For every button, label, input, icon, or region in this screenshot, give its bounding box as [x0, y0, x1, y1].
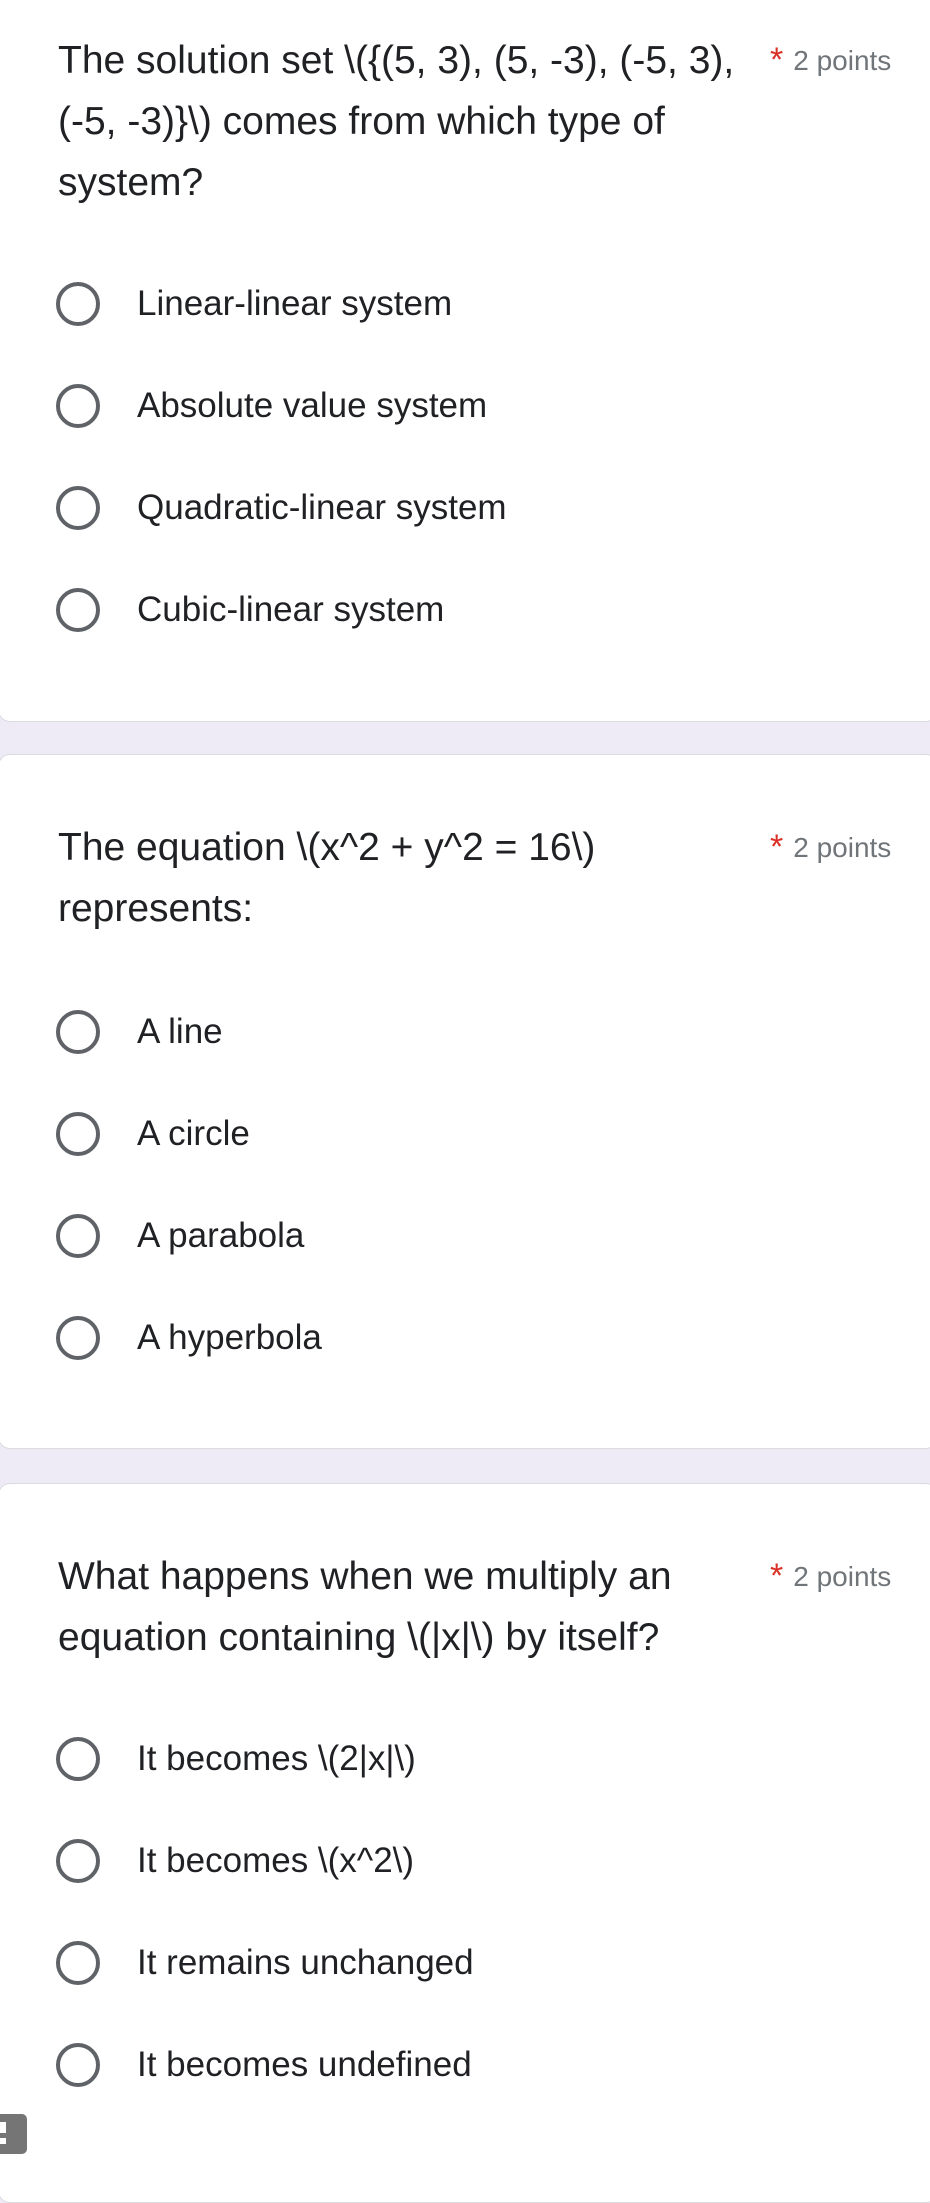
radio-option[interactable]: Cubic-linear system [56, 580, 444, 640]
question-meta: * 2 points [770, 1546, 891, 1612]
radio-option[interactable]: Quadratic-linear system [56, 478, 507, 538]
question-title-line: represents: [58, 887, 254, 930]
question-card-2: The equation \(x^2 + y^2 = 16\) represen… [0, 754, 930, 1449]
option-label: Linear-linear system [137, 284, 453, 323]
question-title: The equation \(x^2 + y^2 = 16\) represen… [58, 817, 738, 939]
radio-button[interactable] [56, 1839, 100, 1883]
question-title-line: (-5, -3)}\) comes from which type of [58, 100, 665, 143]
question-title: What happens when we multiply an equatio… [58, 1546, 738, 1668]
radio-button[interactable] [56, 1316, 100, 1360]
question-title-line: equation containing \(|x|\) by itself? [58, 1616, 660, 1659]
radio-option[interactable]: A hyperbola [56, 1308, 322, 1368]
question-title: The solution set \({(5, 3), (5, -3), (-5… [58, 30, 738, 213]
required-asterisk: * [770, 41, 784, 79]
radio-option[interactable]: Linear-linear system [56, 274, 452, 334]
radio-option[interactable]: Absolute value system [56, 376, 487, 436]
radio-button[interactable] [56, 1214, 100, 1258]
question-card-3: What happens when we multiply an equatio… [0, 1483, 930, 2203]
question-card-1: The solution set \({(5, 3), (5, -3), (-5… [0, 0, 930, 722]
question-title-line: The solution set \({(5, 3), (5, -3), (-5… [58, 39, 735, 82]
question-title-line: What happens when we multiply an [58, 1555, 672, 1598]
radio-option[interactable]: A circle [56, 1104, 250, 1164]
report-button[interactable] [0, 2114, 27, 2154]
radio-button[interactable] [56, 384, 100, 428]
points-label: 2 points [793, 1561, 892, 1592]
radio-option[interactable]: It becomes undefined [56, 2035, 472, 2095]
radio-button[interactable] [56, 1941, 100, 1985]
radio-option[interactable]: A parabola [56, 1206, 304, 1266]
option-label: A hyperbola [137, 1318, 322, 1357]
radio-button[interactable] [56, 1112, 100, 1156]
option-label: It becomes \(x^2\) [137, 1841, 415, 1880]
radio-button[interactable] [56, 282, 100, 326]
required-asterisk: * [770, 1557, 784, 1595]
radio-button[interactable] [56, 2043, 100, 2087]
option-label: Absolute value system [137, 386, 488, 425]
points-label: 2 points [793, 832, 892, 863]
radio-button[interactable] [56, 1010, 100, 1054]
option-label: It becomes \(2|x|\) [137, 1739, 416, 1778]
points-label: 2 points [793, 45, 892, 76]
required-asterisk: * [770, 828, 784, 866]
radio-option[interactable]: It becomes \(2|x|\) [56, 1729, 416, 1789]
option-label: It becomes undefined [137, 2045, 472, 2084]
radio-button[interactable] [56, 1737, 100, 1781]
radio-option[interactable]: It becomes \(x^2\) [56, 1831, 414, 1891]
radio-button[interactable] [56, 588, 100, 632]
option-label: A parabola [137, 1216, 305, 1255]
question-meta: * 2 points [770, 817, 891, 883]
radio-button[interactable] [56, 486, 100, 530]
option-label: A line [137, 1012, 223, 1051]
option-label: A circle [137, 1114, 250, 1153]
radio-option[interactable]: A line [56, 1002, 223, 1062]
option-label: Cubic-linear system [137, 590, 445, 629]
question-title-line: system? [58, 161, 204, 204]
question-title-line: The equation \(x^2 + y^2 = 16\) [58, 826, 596, 869]
option-label: It remains unchanged [137, 1943, 474, 1982]
radio-option[interactable]: It remains unchanged [56, 1933, 474, 1993]
question-meta: * 2 points [770, 30, 891, 96]
option-label: Quadratic-linear system [137, 488, 507, 527]
